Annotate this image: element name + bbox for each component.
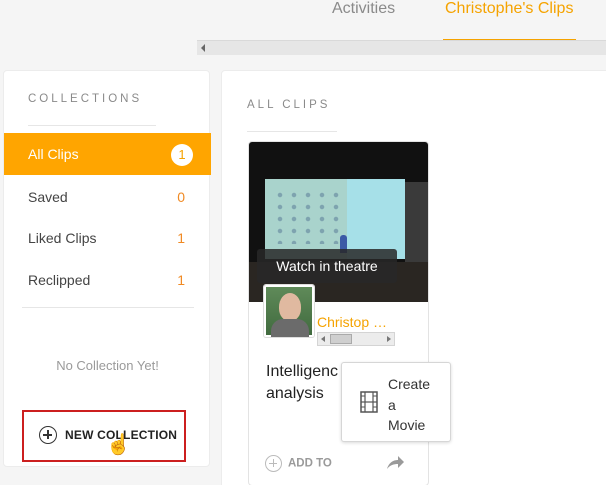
popup-text-line: a [388,396,396,413]
popup-text-line: Movie [388,417,426,433]
plus-circle-icon [39,426,57,444]
collection-item-reclipped[interactable]: Reclipped 1 [4,259,211,301]
collection-count: 1 [177,230,185,246]
collections-panel: COLLECTIONS All Clips 1 Saved 0 Liked Cl… [3,70,211,467]
empty-collections-note: No Collection Yet! [56,358,159,373]
projection-screen-image [265,179,405,259]
clip-thumbnail[interactable]: Watch in theatre [249,142,428,302]
collection-count: 0 [177,189,185,205]
watch-in-theatre-button[interactable]: Watch in theatre [257,249,397,283]
collection-item-all-clips[interactable]: All Clips 1 [4,133,211,175]
popup-text-line: Create [388,376,431,392]
author-name-link[interactable]: Christop … [317,314,387,330]
top-tab-bar: Activities Christophe's Clips [0,0,606,42]
avatar[interactable] [264,285,314,337]
collection-count-badge: 1 [171,144,193,166]
collections-heading: COLLECTIONS [28,93,143,105]
scroll-left-icon[interactable] [201,44,205,52]
scroll-thumb[interactable] [330,334,352,344]
share-arrow-icon[interactable] [384,452,406,474]
divider [247,131,337,132]
create-movie-label: Create a Movie [388,374,430,436]
scroll-left-icon[interactable] [321,336,325,342]
divider [28,125,156,126]
new-collection-button[interactable]: NEW COLLECTION ☝ [22,410,186,462]
scroll-right-icon[interactable] [387,336,391,342]
hand-pointer-icon: ☝ [106,434,131,456]
author-scrollbar[interactable] [317,332,395,346]
collection-item-label: Liked Clips [28,230,97,246]
create-movie-popup[interactable]: Create a Movie [341,362,451,442]
divider [22,307,194,308]
collection-item-saved[interactable]: Saved 0 [4,176,211,218]
horizontal-scrollbar[interactable] [197,40,606,55]
add-to-label: ADD TO [288,457,332,470]
all-clips-heading: ALL CLIPS [247,99,331,111]
collection-item-label: Saved [28,189,68,205]
add-to-button[interactable]: ADD TO [265,455,332,472]
collection-item-liked-clips[interactable]: Liked Clips 1 [4,217,211,259]
tab-christophes-clips[interactable]: Christophe's Clips [445,0,573,18]
tab-activities[interactable]: Activities [332,0,395,18]
plus-circle-icon [265,455,282,472]
film-strip-icon [360,391,378,413]
collection-item-label: All Clips [28,146,79,162]
collection-count: 1 [177,272,185,288]
collection-item-label: Reclipped [28,272,91,288]
